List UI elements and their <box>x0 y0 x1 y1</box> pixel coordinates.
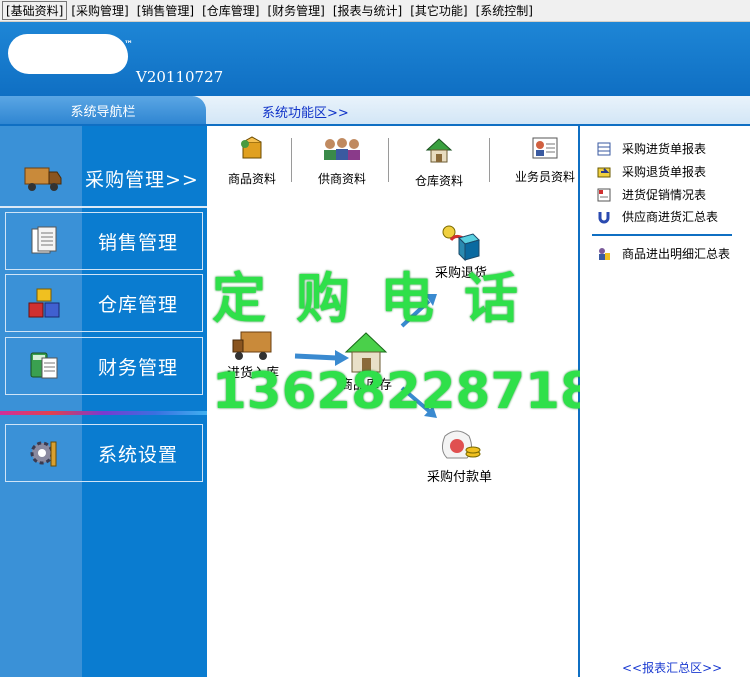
sidebar-item-label: 系统设置 <box>98 443 179 466</box>
sidebar-item-finance[interactable]: 财务管理 <box>5 337 203 395</box>
purchase-payment-node[interactable]: 采购付款单 <box>427 422 492 485</box>
divider <box>0 206 207 208</box>
report-item-label: 供应商进货汇总表 <box>622 210 719 224</box>
menu-system[interactable]: [系统控制] <box>472 2 537 19</box>
rainbow-divider <box>0 411 207 415</box>
menu-warehouse[interactable]: [仓库管理] <box>198 2 263 19</box>
report-summary-link[interactable]: <<报表汇总区>> <box>622 659 722 676</box>
report-item-label: 采购退货单报表 <box>622 165 707 179</box>
report-item-label: 进货促销情况表 <box>622 188 707 202</box>
menu-bar: [基础资料] [采购管理] [销售管理] [仓库管理] [财务管理] [报表与统… <box>0 0 750 22</box>
promo-phone: 13628228718 <box>212 362 595 420</box>
report-item-label: 采购进货单报表 <box>622 142 707 156</box>
menu-basic-data[interactable]: [基础资料] <box>2 1 68 20</box>
return-arrow-icon <box>596 164 612 180</box>
report-item[interactable]: 采购进货单报表 <box>596 140 706 157</box>
sidebar-item-warehouse[interactable]: 仓库管理 <box>5 274 203 332</box>
truck-icon <box>5 150 81 206</box>
tab-navigation[interactable]: 系统导航栏 <box>0 96 206 124</box>
report-item[interactable]: 供应商进货汇总表 <box>596 208 718 225</box>
sidebar: 采购管理>> 销售管理 仓库管理 财务管理 系统设置 <box>0 126 207 677</box>
sidebar-item-label: 财务管理 <box>98 356 179 379</box>
people-report-icon <box>596 246 612 262</box>
menu-other[interactable]: [其它功能] <box>406 2 471 19</box>
sidebar-item-sales[interactable]: 销售管理 <box>5 212 203 270</box>
promo-report-icon <box>596 187 612 203</box>
magnet-icon <box>596 209 612 225</box>
divider <box>592 234 732 236</box>
documents-icon <box>6 213 82 269</box>
sidebar-item-label: 销售管理 <box>98 231 179 254</box>
menu-reports[interactable]: [报表与统计] <box>329 2 406 19</box>
report-panel: 采购进货单报表 采购退货单报表 进货促销情况表 供应商进货汇总表 商品进出明细汇… <box>580 126 750 677</box>
report-item-detail[interactable]: 商品进出明细汇总表 <box>596 245 730 262</box>
version-label: V20110727 <box>136 68 224 86</box>
tab-functions[interactable]: 系统功能区>> <box>262 102 349 121</box>
calculator-icon <box>6 338 82 394</box>
delivery-truck-icon <box>231 328 275 366</box>
trademark-mark: ™ <box>124 40 133 50</box>
sidebar-item-label: 采购管理>> <box>85 168 199 191</box>
sidebar-item-settings[interactable]: 系统设置 <box>5 424 203 482</box>
report-table-icon <box>596 141 612 157</box>
menu-purchase[interactable]: [采购管理] <box>67 2 132 19</box>
menu-sales[interactable]: [销售管理] <box>133 2 198 19</box>
boxes-icon <box>6 275 82 331</box>
sidebar-icon-column <box>0 126 82 677</box>
report-item[interactable]: 采购退货单报表 <box>596 163 706 180</box>
purchase-payment-label: 采购付款单 <box>427 470 493 485</box>
logo-redacted <box>8 34 128 74</box>
header-banner: ™ V20110727 <box>0 22 750 96</box>
report-item-label: 商品进出明细汇总表 <box>622 247 731 261</box>
tab-strip: 系统导航栏 系统功能区>> <box>0 96 750 126</box>
sidebar-item-label: 仓库管理 <box>98 293 179 316</box>
gear-icon <box>6 425 82 481</box>
menu-finance[interactable]: [财务管理] <box>264 2 329 19</box>
sidebar-item-purchase[interactable]: 采购管理>> <box>5 149 203 207</box>
money-bag-icon <box>437 422 483 466</box>
report-item[interactable]: 进货促销情况表 <box>596 186 706 203</box>
promo-title: 定购电话 <box>212 267 548 330</box>
